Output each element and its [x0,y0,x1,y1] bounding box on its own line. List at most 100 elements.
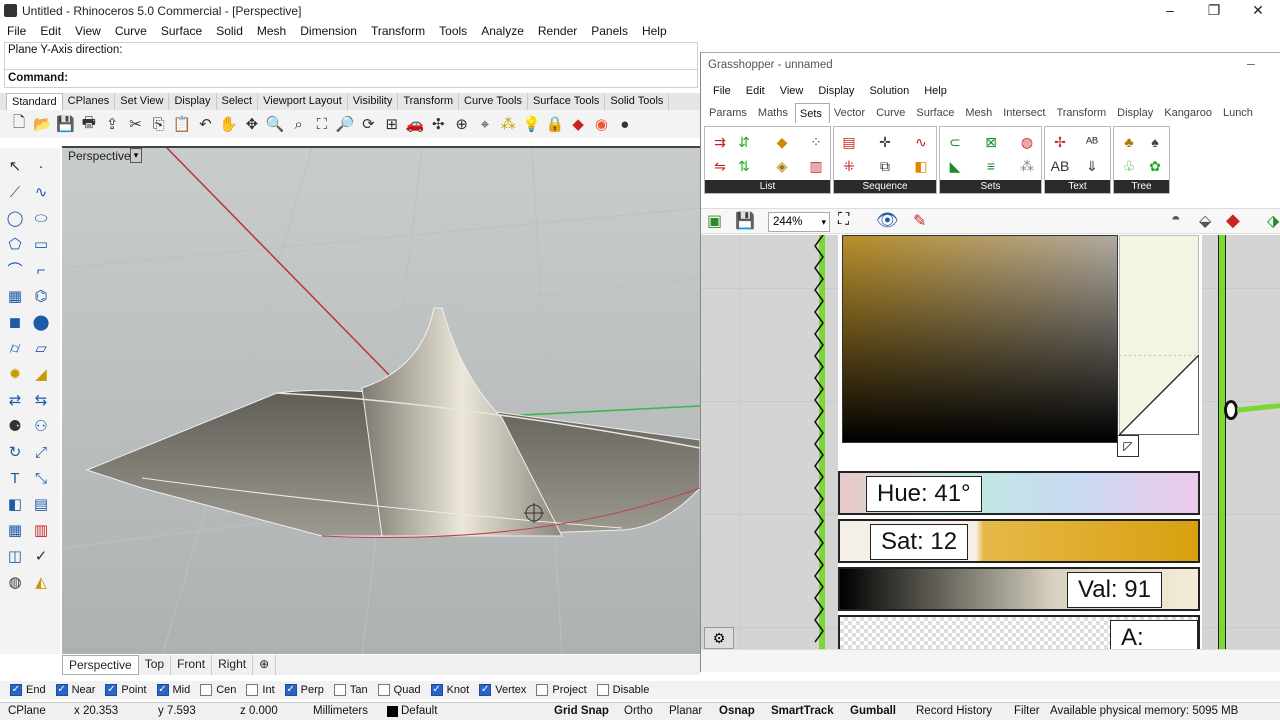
osnap-checkbox[interactable]: ✓ [430,684,443,696]
set-union-icon[interactable]: ⊂ [944,131,966,153]
random-icon[interactable]: ⁜ [838,155,860,177]
graft-tree-icon[interactable]: ♣ [1118,131,1140,153]
move-view-icon[interactable]: ✥ [241,113,263,135]
smarttrack-toggle[interactable]: SmartTrack [771,705,834,717]
tab-solid-tools[interactable]: Solid Tools [605,93,670,110]
osnap-checkbox[interactable]: ✓ [55,684,68,696]
duplicate-icon[interactable]: ⧉ [874,155,896,177]
range-icon[interactable]: ✛ [874,131,896,153]
layer-icon[interactable]: ◭ [30,572,52,594]
set-majority-icon[interactable]: ◣ [944,155,966,177]
member-index-icon[interactable]: ◍ [1016,131,1038,153]
boolean-icon[interactable]: ⬤ [30,312,52,334]
units-label[interactable]: Millimeters [313,705,368,717]
hue-slider[interactable]: Hue: 41° [838,471,1200,515]
analyze-icon[interactable]: ◫ [4,546,26,568]
osnap-checkbox[interactable]: ✓ [10,684,22,696]
osnap-checkbox[interactable] [536,684,549,696]
preview-selected-icon[interactable]: ◆ [1226,210,1240,231]
gh-tab-vector[interactable]: Vector [830,103,872,123]
gh-tab-params[interactable]: Params [705,103,754,123]
preview-wire-icon[interactable]: ◓ [1171,211,1181,229]
light-icon[interactable]: 💡 [521,113,543,135]
viewport-title[interactable]: Perspective [68,149,131,163]
simplify-tree-icon[interactable]: ♧ [1118,155,1140,177]
weave-icon[interactable]: ▥ [805,155,827,177]
menu-edit[interactable]: Edit [33,22,68,40]
gh-canvas[interactable]: ◸ Hue: 41° Sat: 12 Val: 91 A: 255 ⚙ [701,235,1280,649]
four-viewports-icon[interactable]: ⊞ [381,113,403,135]
text-icon[interactable]: T [4,468,26,490]
sketch-icon[interactable]: ✎ [913,211,926,231]
tab-cplanes[interactable]: CPlanes [63,93,116,110]
preview-eye-icon[interactable]: 👁 [876,210,899,231]
menu-view[interactable]: View [68,22,108,40]
command-line[interactable]: Command: [4,69,698,88]
gh-minimize-icon[interactable]: – [1247,55,1255,71]
menu-solid[interactable]: Solid [209,22,250,40]
gumball-icon[interactable]: ✣ [427,113,449,135]
object-snap-icon[interactable]: ⌖ [474,113,496,135]
menu-panels[interactable]: Panels [584,22,635,40]
lock-icon[interactable]: 🔒 [544,113,566,135]
menu-surface[interactable]: Surface [154,22,209,40]
menu-render[interactable]: Render [531,22,584,40]
gh-tab-surface[interactable]: Surface [912,103,961,123]
cylinder-icon[interactable]: ⌭ [4,338,26,360]
trim-icon[interactable]: ◢ [30,364,52,386]
ellipse-icon[interactable]: ⬭ [30,208,52,230]
osnap-checkbox[interactable]: ✓ [156,684,169,696]
dimension-icon[interactable]: ⤡ [30,468,52,490]
color-wheel-icon[interactable]: ◉ [590,113,612,135]
menu-tools[interactable]: Tools [432,22,474,40]
minimize-icon[interactable]: – [1148,0,1192,22]
menu-analyze[interactable]: Analyze [474,22,531,40]
list-item-icon[interactable]: ⇉ [709,131,731,153]
paste-icon[interactable]: 📋 [171,113,193,135]
select-arrow-icon[interactable]: ↖ [4,156,26,178]
planar-toggle[interactable]: Planar [669,705,702,717]
preview-shaded-icon[interactable]: ⬙ [1199,211,1211,231]
canvas-settings-icon[interactable]: ⚙ [704,627,734,649]
zoom-icon[interactable]: 🔍 [264,113,286,135]
point-icon[interactable]: · [30,156,52,178]
tab-select[interactable]: Select [217,93,259,110]
mesh-icon[interactable]: ▱ [30,338,52,360]
osnap-int[interactable]: Int [246,684,275,696]
tab-set-view[interactable]: Set View [115,93,170,110]
fillet-icon[interactable]: ⌐ [30,260,52,282]
gh-tab-transform[interactable]: Transform [1052,103,1113,123]
tab-standard[interactable]: Standard [6,93,63,110]
viewport-tab-top[interactable]: Top [139,655,172,675]
series-icon[interactable]: ▤ [838,131,860,153]
preview-mesh-icon[interactable]: ⬗ [1267,211,1279,231]
print-icon[interactable]: 🖶 [78,113,100,135]
scale-icon[interactable]: ⤢ [30,442,52,464]
pan-hand-icon[interactable]: ✋ [218,113,240,135]
menu-curve[interactable]: Curve [108,22,154,40]
gh-menu-solution[interactable]: Solution [863,82,918,100]
menu-transform[interactable]: Transform [364,22,432,40]
zoom-window-icon[interactable]: ⌕ [288,113,310,135]
solid-box-icon[interactable]: ◧ [4,494,26,516]
shift-list-icon[interactable]: ⁘ [805,131,827,153]
polygon-icon[interactable]: ⬠ [4,234,26,256]
osnap-checkbox[interactable]: ✓ [284,684,297,696]
osnap-perp[interactable]: ✓ Perp [284,684,324,696]
text-fragment-icon[interactable]: ᴬᴮ [1081,131,1103,153]
osnap-checkbox[interactable] [333,684,346,696]
viewport-tab-right[interactable]: Right [212,655,254,675]
box-icon[interactable]: ◼ [4,312,26,334]
ortho-toggle[interactable]: Ortho [624,705,653,717]
osnap-checkbox[interactable] [377,684,390,696]
cut-icon[interactable]: ✂ [124,113,146,135]
osnap-near[interactable]: ✓ Near [55,684,95,696]
add-viewport-icon[interactable]: ⊕ [253,655,277,675]
menu-mesh[interactable]: Mesh [250,22,293,40]
array-icon[interactable]: ⚇ [30,416,52,438]
key-value-icon[interactable]: ⁂ [1016,155,1038,177]
tab-transform[interactable]: Transform [398,93,460,110]
sort-list-icon[interactable]: ◆ [771,131,793,153]
gh-tab-intersect[interactable]: Intersect [999,103,1052,123]
circle-icon[interactable]: ◯ [4,208,26,230]
